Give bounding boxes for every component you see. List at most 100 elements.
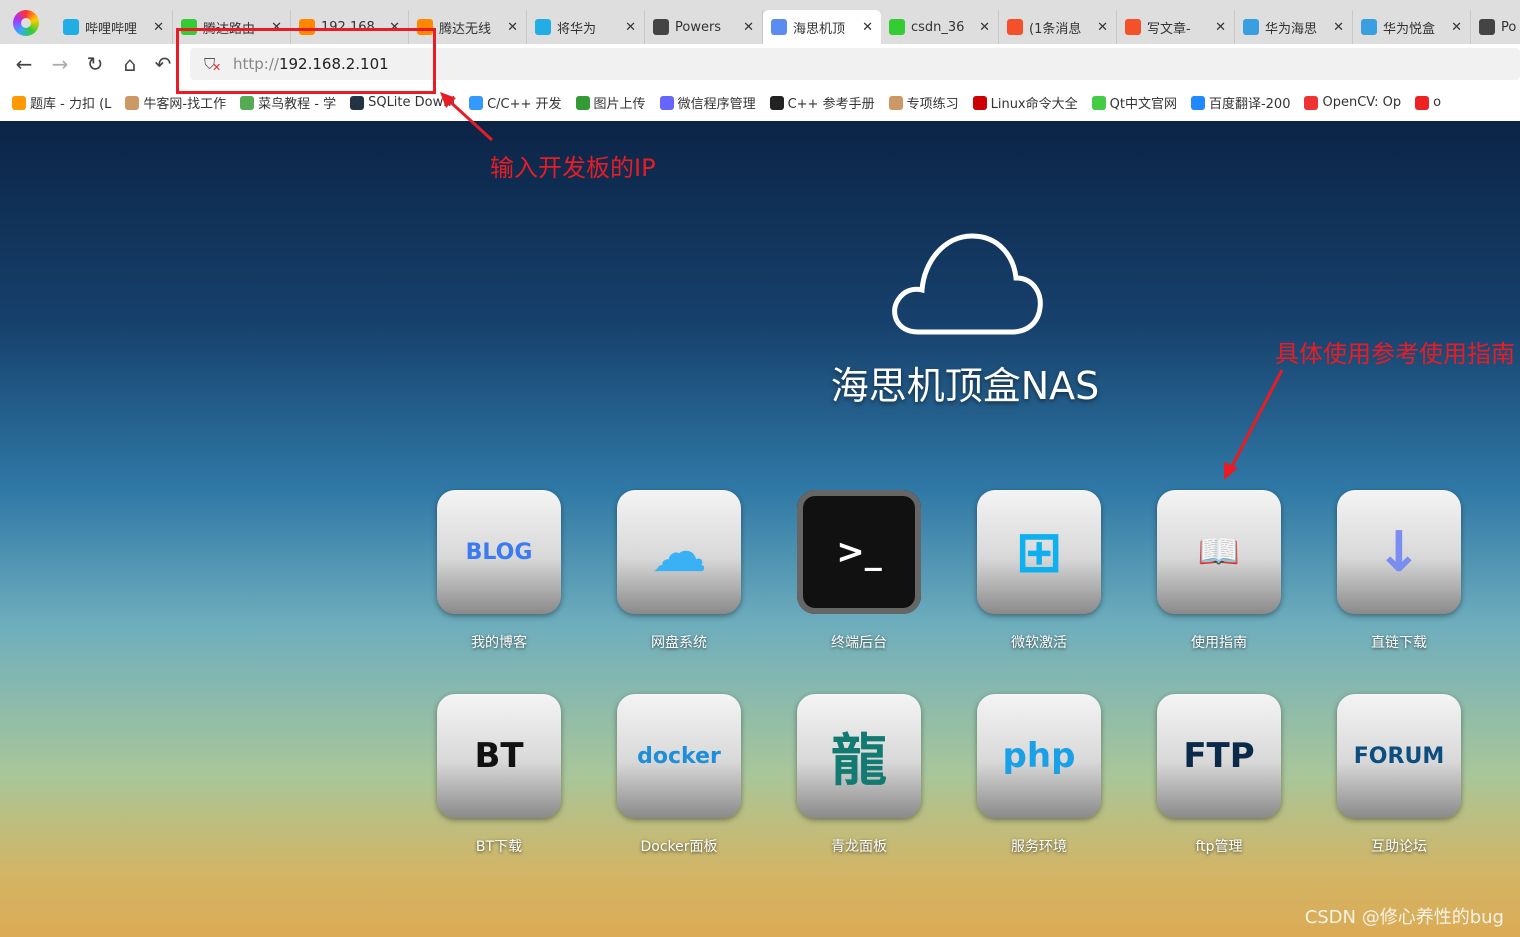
tab-favicon-icon xyxy=(771,19,787,35)
browser-tab[interactable]: 哔哩哔哩 ✕ xyxy=(55,10,173,44)
bookmark-item[interactable]: C/C++ 开发 xyxy=(469,93,562,112)
bookmark-favicon-icon xyxy=(1304,95,1319,110)
undo-icon[interactable]: ↶ xyxy=(151,52,175,76)
app-icon[interactable]: ↓ xyxy=(1337,490,1461,614)
app-tile[interactable]: php 服务环境 xyxy=(977,694,1101,856)
app-glyph-icon: php xyxy=(1002,736,1076,776)
app-tile[interactable]: ⊞ 微软激活 xyxy=(977,490,1101,652)
tab-favicon-icon xyxy=(1007,19,1023,35)
app-label: 微软激活 xyxy=(1011,635,1067,651)
tab-favicon-icon xyxy=(1125,19,1141,35)
tab-close-icon[interactable]: ✕ xyxy=(1215,20,1226,35)
back-icon[interactable]: ← xyxy=(12,52,36,76)
browser-tab[interactable]: 海思机顶 ✕ xyxy=(763,10,881,44)
app-label: 使用指南 xyxy=(1191,635,1247,651)
bookmark-item[interactable]: 题库 - 力扣 (L xyxy=(12,93,111,112)
app-tile[interactable]: FTP ftp管理 xyxy=(1157,694,1281,856)
bookmark-favicon-icon xyxy=(888,95,903,110)
cloud-logo-icon xyxy=(892,233,1043,335)
tab-close-icon[interactable]: ✕ xyxy=(507,20,518,35)
app-icon[interactable]: ☁ xyxy=(617,490,741,614)
app-glyph-icon: ↓ xyxy=(1375,519,1423,585)
bookmark-item[interactable]: OpenCV: Op xyxy=(1304,95,1401,110)
bookmark-item[interactable]: 微信程序管理 xyxy=(659,93,756,112)
app-tile[interactable]: BLOG 我的博客 xyxy=(437,490,561,652)
app-icon[interactable]: php xyxy=(977,694,1101,818)
tab-title: 将华为 xyxy=(557,21,597,37)
bookmark-item[interactable]: o xyxy=(1415,95,1441,110)
app-tile[interactable]: 📖 使用指南 xyxy=(1157,490,1281,652)
app-glyph-icon: 龍 xyxy=(831,728,887,794)
bookmark-item[interactable]: 菜鸟教程 - 学 xyxy=(240,93,336,112)
browser-tab[interactable]: 写文章- ✕ xyxy=(1117,10,1235,44)
bookmark-item[interactable]: Linux命令大全 xyxy=(972,93,1078,112)
app-tile[interactable]: docker Docker面板 xyxy=(617,694,741,856)
browser-tab[interactable]: Po✕ xyxy=(1471,10,1520,44)
app-label: BT下载 xyxy=(475,839,523,855)
app-icon[interactable]: BT xyxy=(437,694,561,818)
bookmark-label: 图片上传 xyxy=(593,97,646,112)
bookmark-label: 微信程序管理 xyxy=(677,97,756,112)
app-tile[interactable]: >_ 终端后台 xyxy=(797,490,921,652)
app-tile[interactable]: 龍青龙面板 xyxy=(797,694,921,856)
app-tile[interactable]: FORUM 互助论坛 xyxy=(1337,694,1461,856)
app-icon[interactable]: >_ xyxy=(797,490,921,614)
bookmark-item[interactable]: 百度翻译-200 xyxy=(1190,93,1290,112)
app-icon[interactable]: docker xyxy=(617,694,741,818)
app-label: 我的博客 xyxy=(471,635,527,651)
ip-annotation: 输入开发板的IP xyxy=(490,154,656,182)
bookmark-item[interactable]: Qt中文官网 xyxy=(1091,93,1177,112)
bookmark-item[interactable]: 牛客网-找工作 xyxy=(125,93,226,112)
tab-close-icon[interactable]: ✕ xyxy=(153,20,164,35)
reload-icon[interactable]: ↻ xyxy=(83,52,107,76)
browser-tab[interactable]: 将华为 ✕ xyxy=(527,10,645,44)
app-label: 青龙面板 xyxy=(831,839,887,855)
browser-tab[interactable]: 华为悦盒 ✕ xyxy=(1353,10,1471,44)
guide-annotation: 具体使用参考使用指南 xyxy=(1275,340,1515,368)
watermark: CSDN @修心养性的bug xyxy=(1304,907,1504,928)
tab-title: 华为悦盒 xyxy=(1383,21,1436,37)
app-icon[interactable]: 龍 xyxy=(797,694,921,818)
tab-title: (1条消息 xyxy=(1029,21,1082,37)
tab-close-icon[interactable]: ✕ xyxy=(862,20,873,35)
tab-close-icon[interactable]: ✕ xyxy=(1097,20,1108,35)
bookmark-favicon-icon xyxy=(575,95,590,110)
bookmark-item[interactable]: C++ 参考手册 xyxy=(769,93,875,112)
app-icon[interactable]: 📖 xyxy=(1157,490,1281,614)
tab-close-icon[interactable]: ✕ xyxy=(625,20,636,35)
tab-close-icon[interactable]: ✕ xyxy=(979,20,990,35)
home-icon[interactable]: ⌂ xyxy=(118,52,142,76)
forward-icon[interactable]: → xyxy=(48,52,72,76)
app-tile[interactable]: ↓ 直链下载 xyxy=(1337,490,1461,652)
tab-close-icon[interactable]: ✕ xyxy=(1333,20,1344,35)
bookmark-item[interactable]: SQLite Downl xyxy=(350,95,455,110)
tab-close-icon[interactable]: ✕ xyxy=(743,20,754,35)
browser-tab[interactable]: csdn_36 ✕ xyxy=(881,10,999,44)
bookmark-item[interactable]: 图片上传 xyxy=(575,93,646,112)
tab-favicon-icon xyxy=(63,19,79,35)
bookmark-item[interactable]: 专项练习 xyxy=(888,93,959,112)
app-glyph-icon: BLOG xyxy=(465,539,533,565)
app-glyph-icon: ☁ xyxy=(651,519,707,585)
browser-tab[interactable]: Powers ✕ xyxy=(645,10,763,44)
tab-title: Powers xyxy=(675,19,722,35)
app-icon[interactable]: BLOG xyxy=(437,490,561,614)
app-label: Docker面板 xyxy=(640,839,718,855)
app-tile[interactable]: BT BT下载 xyxy=(437,694,561,856)
app-tile[interactable]: ☁ 网盘系统 xyxy=(617,490,741,652)
app-icon[interactable]: FTP xyxy=(1157,694,1281,818)
browser-tab[interactable]: (1条消息 ✕ xyxy=(999,10,1117,44)
url-highlight-box xyxy=(176,28,436,94)
app-glyph-icon: >_ xyxy=(836,532,882,572)
nas-home-page xyxy=(0,121,1520,937)
bookmark-label: o xyxy=(1433,95,1442,110)
tab-close-icon[interactable]: ✕ xyxy=(1451,20,1462,35)
tab-favicon-icon xyxy=(1361,19,1377,35)
browser-tab[interactable]: 华为海思 ✕ xyxy=(1235,10,1353,44)
bookmark-favicon-icon xyxy=(125,95,140,110)
app-icon[interactable]: ⊞ xyxy=(977,490,1101,614)
app-glyph-icon: FORUM xyxy=(1353,743,1445,769)
app-glyph-icon: BT xyxy=(474,736,524,776)
app-icon[interactable]: FORUM xyxy=(1337,694,1461,818)
bookmark-label: Qt中文官网 xyxy=(1109,97,1177,112)
